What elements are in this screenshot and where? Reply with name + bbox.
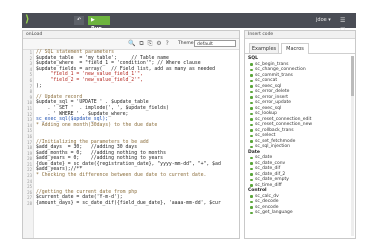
editor-title: onLoad xyxy=(23,31,239,39)
macro-item-label: sc_get_language xyxy=(255,210,293,215)
code-editor-pane: onLoad 🔍 ⧉ ⎘ ⚙ ? Theme default 1// SQL s… xyxy=(22,30,240,239)
macro-bullet-icon xyxy=(250,118,253,121)
app-window: ⟩ ↶ ▶ Run jdoe ▾ ☰ ▢ ✕ onLoad 🔍 ⧉ ⎘ ⚙ ? … xyxy=(0,0,377,240)
undo-button[interactable]: ↶ xyxy=(74,16,84,25)
run-button[interactable]: ▶ Run xyxy=(88,16,110,32)
macro-item[interactable]: sc_get_language xyxy=(247,210,353,216)
macro-bullet-icon xyxy=(250,123,253,126)
macro-bullet-icon xyxy=(250,162,253,165)
macro-bullet-icon xyxy=(250,74,253,77)
macro-bullet-icon xyxy=(250,90,253,93)
macro-bullet-icon xyxy=(250,200,253,203)
user-menu[interactable]: jdoe ▾ xyxy=(316,16,331,25)
macro-bullet-icon xyxy=(250,173,253,176)
macro-bullet-icon xyxy=(250,85,253,88)
code-text: {amount_days} = sc_date_dif({field_due_d… xyxy=(36,201,221,207)
code-area[interactable]: 1// SQL statement parameters 2 $update_tab… xyxy=(23,50,239,207)
theme-label: Theme xyxy=(178,41,194,46)
macro-bullet-icon xyxy=(250,178,253,181)
theme-select[interactable]: default xyxy=(194,40,236,47)
editor-toolbar: 🔍 ⧉ ⎘ ⚙ ? Theme default xyxy=(23,39,239,50)
macro-bullet-icon xyxy=(250,112,253,115)
macro-bullet-icon xyxy=(250,195,253,198)
tab-macros[interactable]: Macros xyxy=(281,43,309,54)
macro-bullet-icon xyxy=(250,206,253,209)
editor-tool-icons[interactable]: 🔍 ⧉ ⎘ ⚙ ? xyxy=(128,40,170,48)
insert-code-panel: Insert code Examples Macros SQL sc_begin_… xyxy=(244,30,356,239)
app-logo-icon: ⟩ xyxy=(25,14,30,25)
macro-bullet-icon xyxy=(250,184,253,187)
macro-bullet-icon xyxy=(250,145,253,148)
line-number: 28 xyxy=(27,201,32,207)
tab-examples[interactable]: Examples xyxy=(249,43,279,53)
macro-bullet-icon xyxy=(250,156,253,159)
panel-title: Insert code xyxy=(245,31,355,39)
macro-bullet-icon xyxy=(250,107,253,110)
macro-bullet-icon xyxy=(250,68,253,71)
macro-bullet-icon xyxy=(250,134,253,137)
macro-bullet-icon xyxy=(250,140,253,143)
macro-bullet-icon xyxy=(250,129,253,132)
code-line[interactable]: 28 {amount_days} = sc_date_dif({field_due… xyxy=(23,201,239,207)
macro-bullet-icon xyxy=(250,167,253,170)
top-bar: ⟩ ↶ ▶ Run jdoe ▾ ☰ ▢ ✕ xyxy=(22,13,356,42)
macro-bullet-icon xyxy=(250,96,253,99)
macro-bullet-icon xyxy=(250,63,253,66)
macro-list: SQL sc_begin_trans sc_change_connection sc_… xyxy=(247,56,353,216)
macro-bullet-icon xyxy=(250,101,253,104)
panel-tabs: Examples Macros xyxy=(245,41,355,54)
panel-scrollbar[interactable] xyxy=(351,56,354,236)
scrollbar-thumb[interactable] xyxy=(351,56,354,96)
macro-bullet-icon xyxy=(250,79,253,82)
macro-bullet-icon xyxy=(250,211,253,214)
